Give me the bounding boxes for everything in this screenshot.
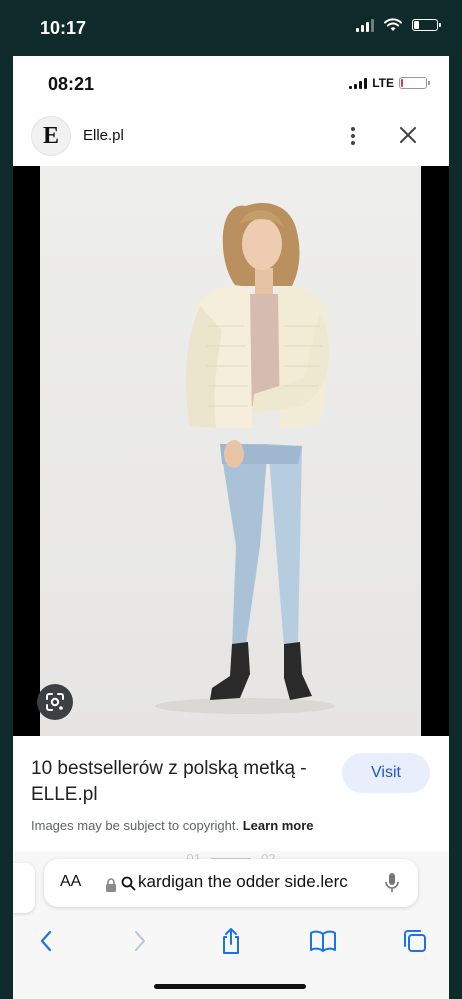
site-name[interactable]: Elle.pl xyxy=(83,127,124,144)
visit-button[interactable]: Visit xyxy=(342,753,430,793)
more-options-icon[interactable] xyxy=(341,124,365,148)
screenshot-phone: 08:21 LTE E Elle.pl 10 bestsellerów z po… xyxy=(13,56,449,999)
image-viewer[interactable] xyxy=(13,166,449,736)
previous-tab-peek[interactable] xyxy=(13,863,35,913)
learn-more-link[interactable]: Learn more xyxy=(243,818,314,833)
result-title[interactable]: 10 bestsellerów z polską metką - ELLE.pl xyxy=(31,756,331,808)
network-label: LTE xyxy=(372,76,394,90)
signal-icon xyxy=(349,77,368,89)
wifi-icon xyxy=(384,18,402,31)
url-text[interactable]: kardigan the odder side.lerc xyxy=(138,872,370,892)
outer-status-icons xyxy=(356,18,441,32)
browser-toolbar xyxy=(13,923,449,967)
site-header: E Elle.pl xyxy=(13,110,449,166)
model-illustration xyxy=(40,166,421,736)
lock-icon xyxy=(106,878,116,892)
inner-status-icons: LTE xyxy=(349,76,430,90)
browser-bottom-bar: 01 02 AA kardigan the odder side.lerc xyxy=(13,851,449,999)
close-icon[interactable] xyxy=(395,122,421,148)
home-indicator[interactable] xyxy=(154,984,306,989)
address-bar[interactable]: AA kardigan the odder side.lerc xyxy=(44,859,418,907)
microphone-icon[interactable] xyxy=(384,872,400,894)
outer-time: 10:17 xyxy=(40,18,87,38)
site-logo[interactable]: E xyxy=(31,116,71,156)
inner-status-bar: 08:21 LTE xyxy=(13,56,449,110)
result-info: 10 bestsellerów z polską metką - ELLE.pl… xyxy=(13,736,449,846)
reader-aa-button[interactable]: AA xyxy=(60,873,81,891)
tabs-icon[interactable] xyxy=(397,923,433,959)
bookmarks-icon[interactable] xyxy=(305,923,341,959)
site-logo-letter: E xyxy=(42,122,59,149)
forward-icon[interactable] xyxy=(122,923,158,959)
product-photo[interactable] xyxy=(40,166,421,736)
back-icon[interactable] xyxy=(28,923,64,959)
inner-time: 08:21 xyxy=(48,74,95,94)
copyright-text: Images may be subject to copyright. xyxy=(31,818,240,833)
share-icon[interactable] xyxy=(213,923,249,959)
battery-icon xyxy=(399,77,430,89)
search-icon xyxy=(121,876,136,891)
google-lens-icon[interactable] xyxy=(37,684,73,720)
outer-status-bar: 10:17 xyxy=(0,0,462,56)
copyright-notice: Images may be subject to copyright. Lear… xyxy=(31,818,314,833)
signal-icon xyxy=(356,18,374,32)
battery-icon xyxy=(412,19,441,31)
